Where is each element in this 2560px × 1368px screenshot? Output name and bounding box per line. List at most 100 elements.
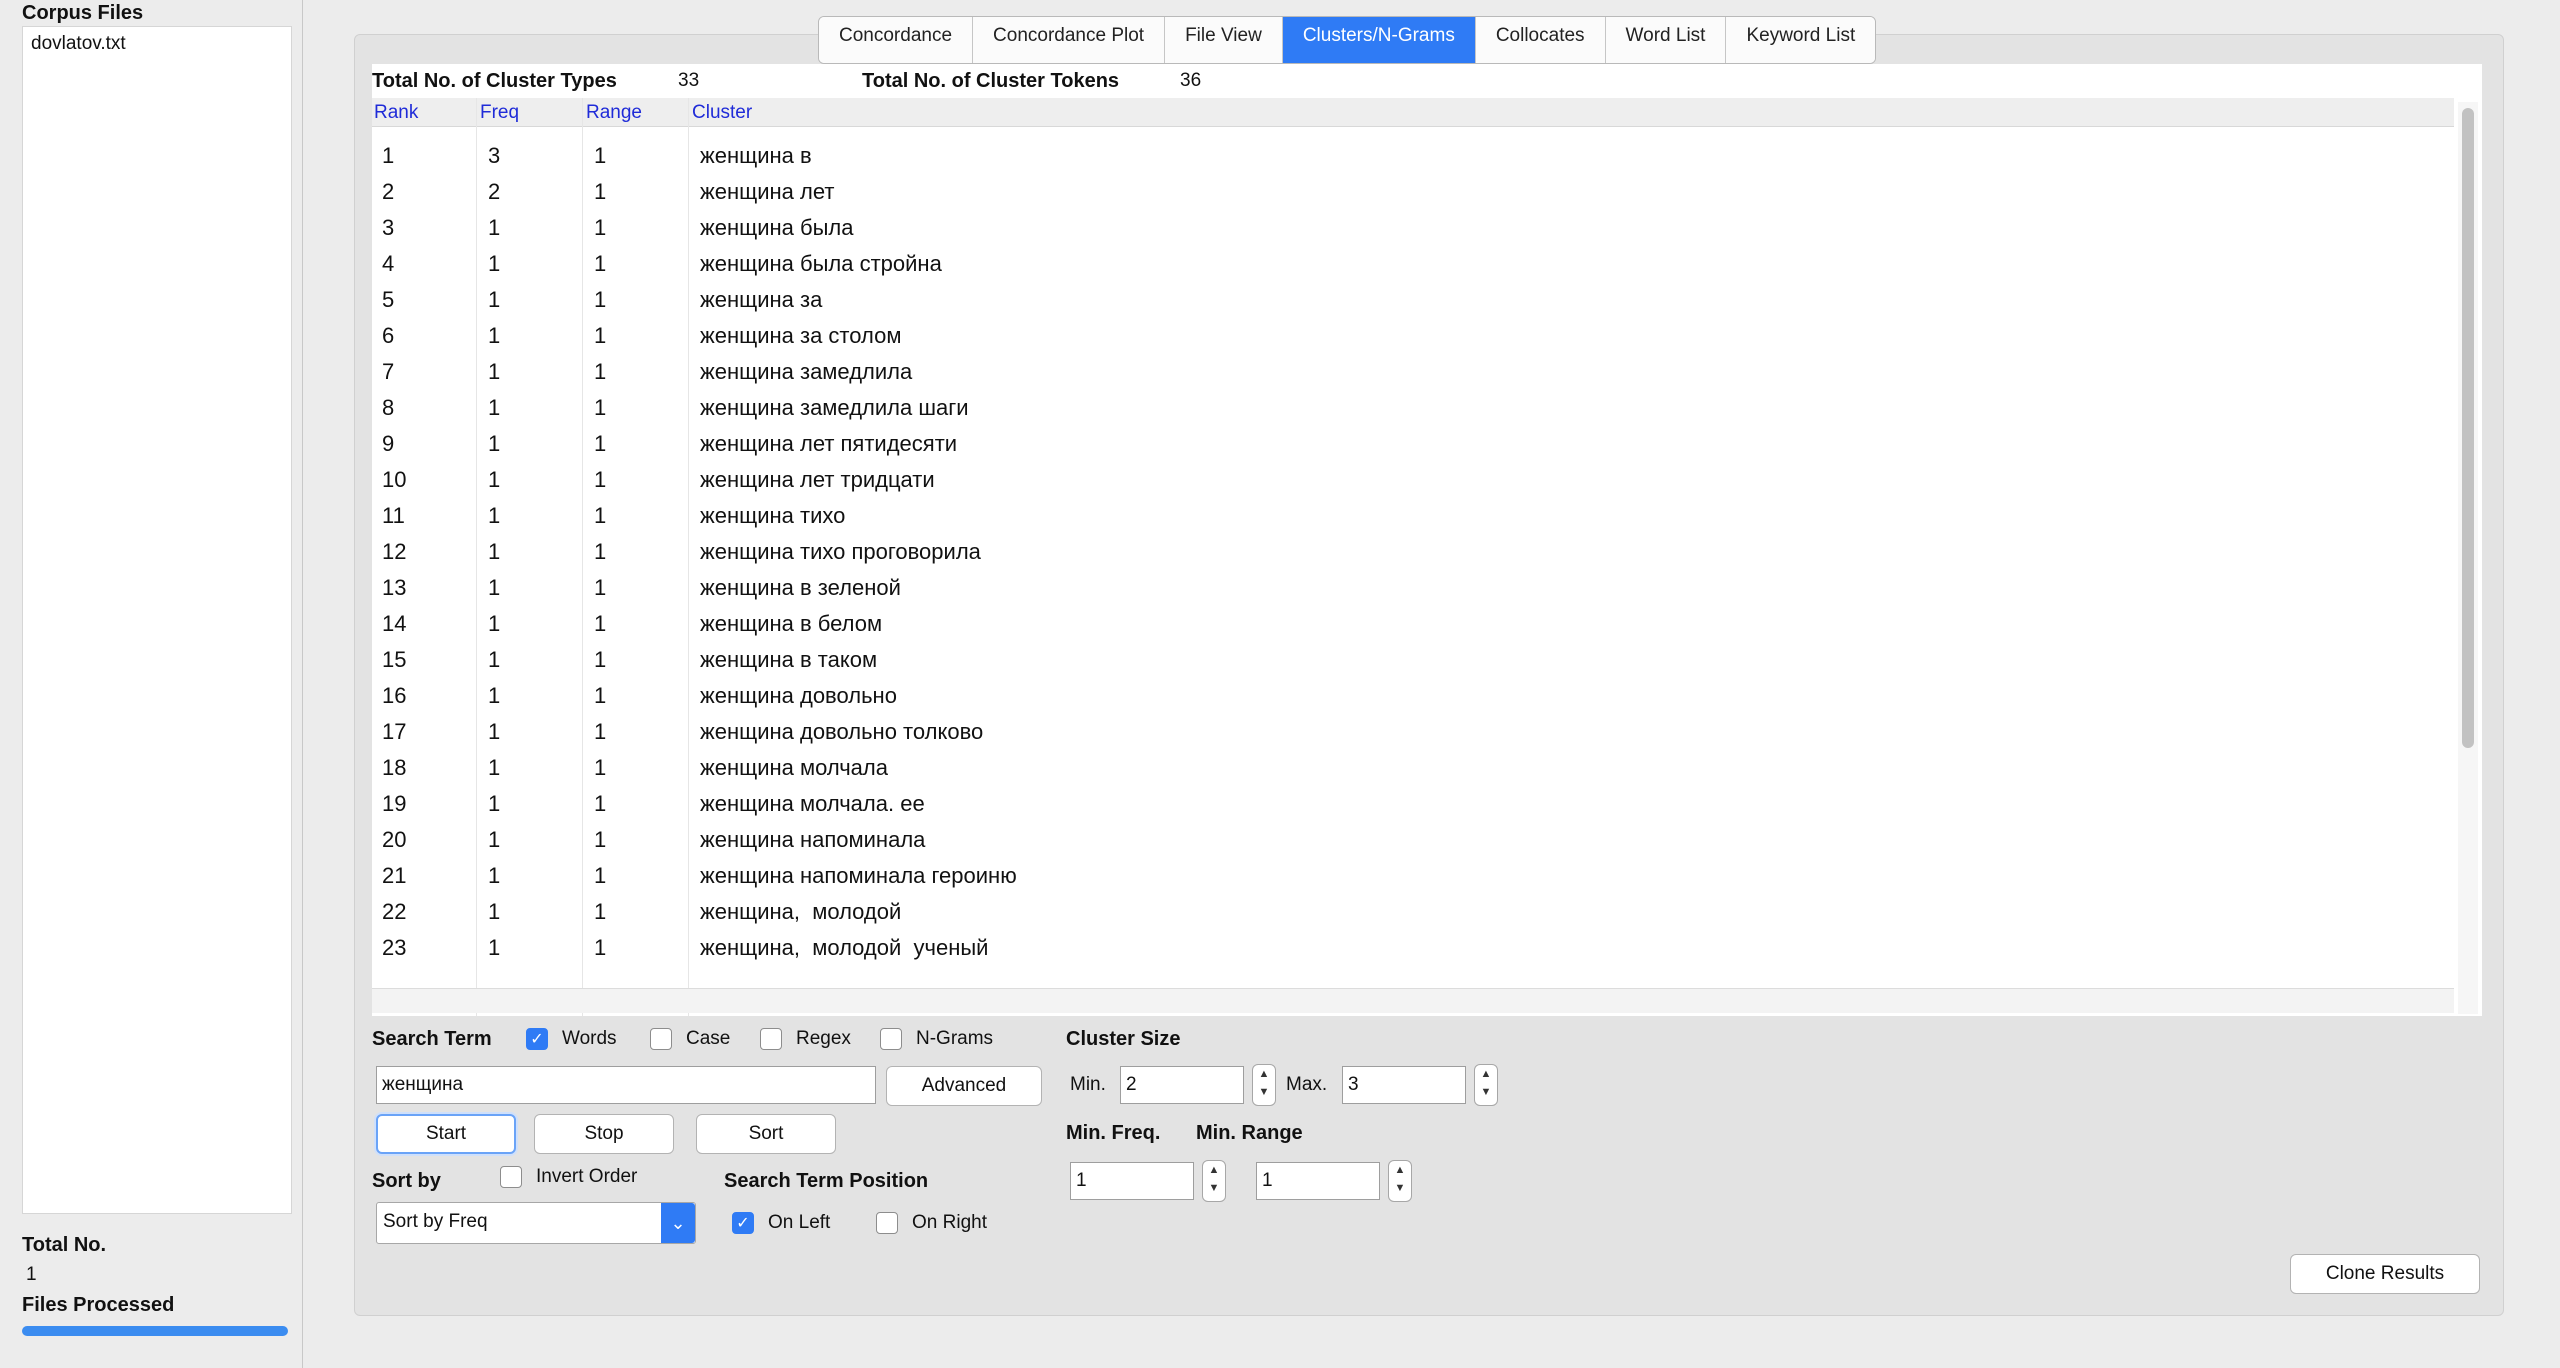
table-row[interactable]: 23 1 1 женщина, молодой ученый [372,932,2454,968]
row-cluster: женщина лет пятидесяти [700,431,958,456]
table-row[interactable]: 16 1 1 женщина довольно [372,680,2454,716]
row-cluster: женщина довольно толково [700,719,984,744]
row-cluster: женщина напоминала героиню [700,863,1017,888]
table-row[interactable]: 12 1 1 женщина тихо проговорила [372,536,2454,572]
table-row[interactable]: 3 1 1 женщина была [372,212,2454,248]
column-header-range[interactable]: Range [586,102,642,124]
table-row[interactable]: 5 1 1 женщина за [372,284,2454,320]
results-scroll-thumb[interactable] [2462,108,2474,748]
table-row[interactable]: 4 1 1 женщина была стройна [372,248,2454,284]
table-row[interactable]: 22 1 1 женщина, молодой [372,896,2454,932]
table-row[interactable]: 1 3 1 женщина в [372,140,2454,176]
table-row[interactable]: 15 1 1 женщина в таком [372,644,2454,680]
tab-concordance[interactable]: Concordance [819,17,974,63]
stop-button[interactable]: Stop [534,1114,674,1154]
row-rank: 12 [382,539,407,564]
row-range: 1 [594,143,607,168]
row-rank: 5 [382,287,395,312]
row-range: 1 [594,611,607,636]
row-cluster: женщина, молодой ученый [700,935,989,960]
table-row[interactable]: 6 1 1 женщина за столом [372,320,2454,356]
total-no-value: 1 [26,1264,37,1285]
tab-collocates[interactable]: Collocates [1475,17,1606,63]
on-right-label: On Right [912,1212,987,1233]
min-freq-stepper[interactable]: ▲ ▼ [1202,1160,1226,1202]
table-row[interactable]: 10 1 1 женщина лет тридцати [372,464,2454,500]
table-row[interactable]: 13 1 1 женщина в зеленой [372,572,2454,608]
tab-word-list[interactable]: Word List [1605,17,1727,63]
search-term-label: Search Term [372,1028,492,1050]
min-range-stepper[interactable]: ▲ ▼ [1388,1160,1412,1202]
sort-by-select[interactable]: Sort by Freq ⌄ [376,1202,696,1244]
min-size-input[interactable] [1120,1066,1244,1104]
advanced-button[interactable]: Advanced [886,1066,1042,1106]
row-rank: 11 [382,503,405,528]
table-row[interactable]: 7 1 1 женщина замедлила [372,356,2454,392]
row-range: 1 [594,323,607,348]
corpus-file-item[interactable]: dovlatov.txt [23,27,291,61]
regex-checkbox[interactable] [760,1028,782,1050]
row-range: 1 [594,431,607,456]
row-freq: 3 [488,143,501,168]
row-range: 1 [594,755,607,780]
max-size-stepper[interactable]: ▲ ▼ [1474,1064,1498,1106]
words-checkbox[interactable]: ✓ [526,1028,548,1050]
row-cluster: женщина лет [700,179,835,204]
row-rank: 6 [382,323,395,348]
files-processed-label: Files Processed [22,1294,175,1316]
row-range: 1 [594,791,607,816]
row-freq: 1 [488,215,501,240]
row-freq: 1 [488,251,501,276]
on-left-label: On Left [768,1212,831,1233]
column-header-freq[interactable]: Freq [480,102,519,124]
row-rank: 4 [382,251,395,276]
table-row[interactable]: 9 1 1 женщина лет пятидесяти [372,428,2454,464]
table-row[interactable]: 2 2 1 женщина лет [372,176,2454,212]
table-row[interactable]: 11 1 1 женщина тихо [372,500,2454,536]
row-freq: 1 [488,935,501,960]
min-range-input[interactable] [1256,1162,1380,1200]
tab-clusters-ngrams[interactable]: Clusters/N-Grams [1282,17,1476,63]
row-rank: 7 [382,359,395,384]
search-term-input[interactable] [376,1066,876,1104]
corpus-file-list[interactable]: dovlatov.txt [22,26,292,1214]
min-size-label: Min. [1070,1074,1106,1095]
row-cluster: женщина замедлила [700,359,913,384]
corpus-files-title: Corpus Files [22,2,144,24]
row-rank: 18 [382,755,407,780]
results-horizontal-scrollbar[interactable] [372,988,2454,1013]
row-rank: 15 [382,647,407,672]
on-right-checkbox[interactable] [876,1212,898,1234]
case-checkbox[interactable] [650,1028,672,1050]
table-row[interactable]: 17 1 1 женщина довольно толково [372,716,2454,752]
row-range: 1 [594,575,607,600]
tab-file-view[interactable]: File View [1165,17,1283,63]
invert-order-checkbox[interactable] [500,1166,522,1188]
start-button[interactable]: Start [376,1114,516,1154]
sort-button[interactable]: Sort [696,1114,836,1154]
table-row[interactable]: 18 1 1 женщина молчала [372,752,2454,788]
table-row[interactable]: 14 1 1 женщина в белом [372,608,2454,644]
clone-results-button[interactable]: Clone Results [2290,1254,2480,1294]
chevron-down-icon[interactable]: ⌄ [661,1203,695,1243]
row-range: 1 [594,179,607,204]
row-freq: 1 [488,863,501,888]
ngrams-checkbox[interactable] [880,1028,902,1050]
table-row[interactable]: 8 1 1 женщина замедлила шаги [372,392,2454,428]
max-size-input[interactable] [1342,1066,1466,1104]
column-header-rank[interactable]: Rank [374,102,418,124]
tab-concordance-plot[interactable]: Concordance Plot [973,17,1166,63]
column-header-cluster[interactable]: Cluster [692,102,752,124]
min-size-stepper[interactable]: ▲ ▼ [1252,1064,1276,1106]
min-freq-input[interactable] [1070,1162,1194,1200]
row-cluster: женщина тихо проговорила [700,539,981,564]
on-left-checkbox[interactable]: ✓ [732,1212,754,1234]
row-rank: 19 [382,791,407,816]
tab-keyword-list[interactable]: Keyword List [1726,17,1876,63]
table-row[interactable]: 20 1 1 женщина напоминала [372,824,2454,860]
row-range: 1 [594,359,607,384]
table-row[interactable]: 19 1 1 женщина молчала. ее [372,788,2454,824]
table-row[interactable]: 21 1 1 женщина напоминала героиню [372,860,2454,896]
row-cluster: женщина в таком [700,647,878,672]
results-table-body[interactable]: 1 3 1 женщина в 2 2 1 женщина лет 3 1 1 женщина был… [372,140,2454,982]
